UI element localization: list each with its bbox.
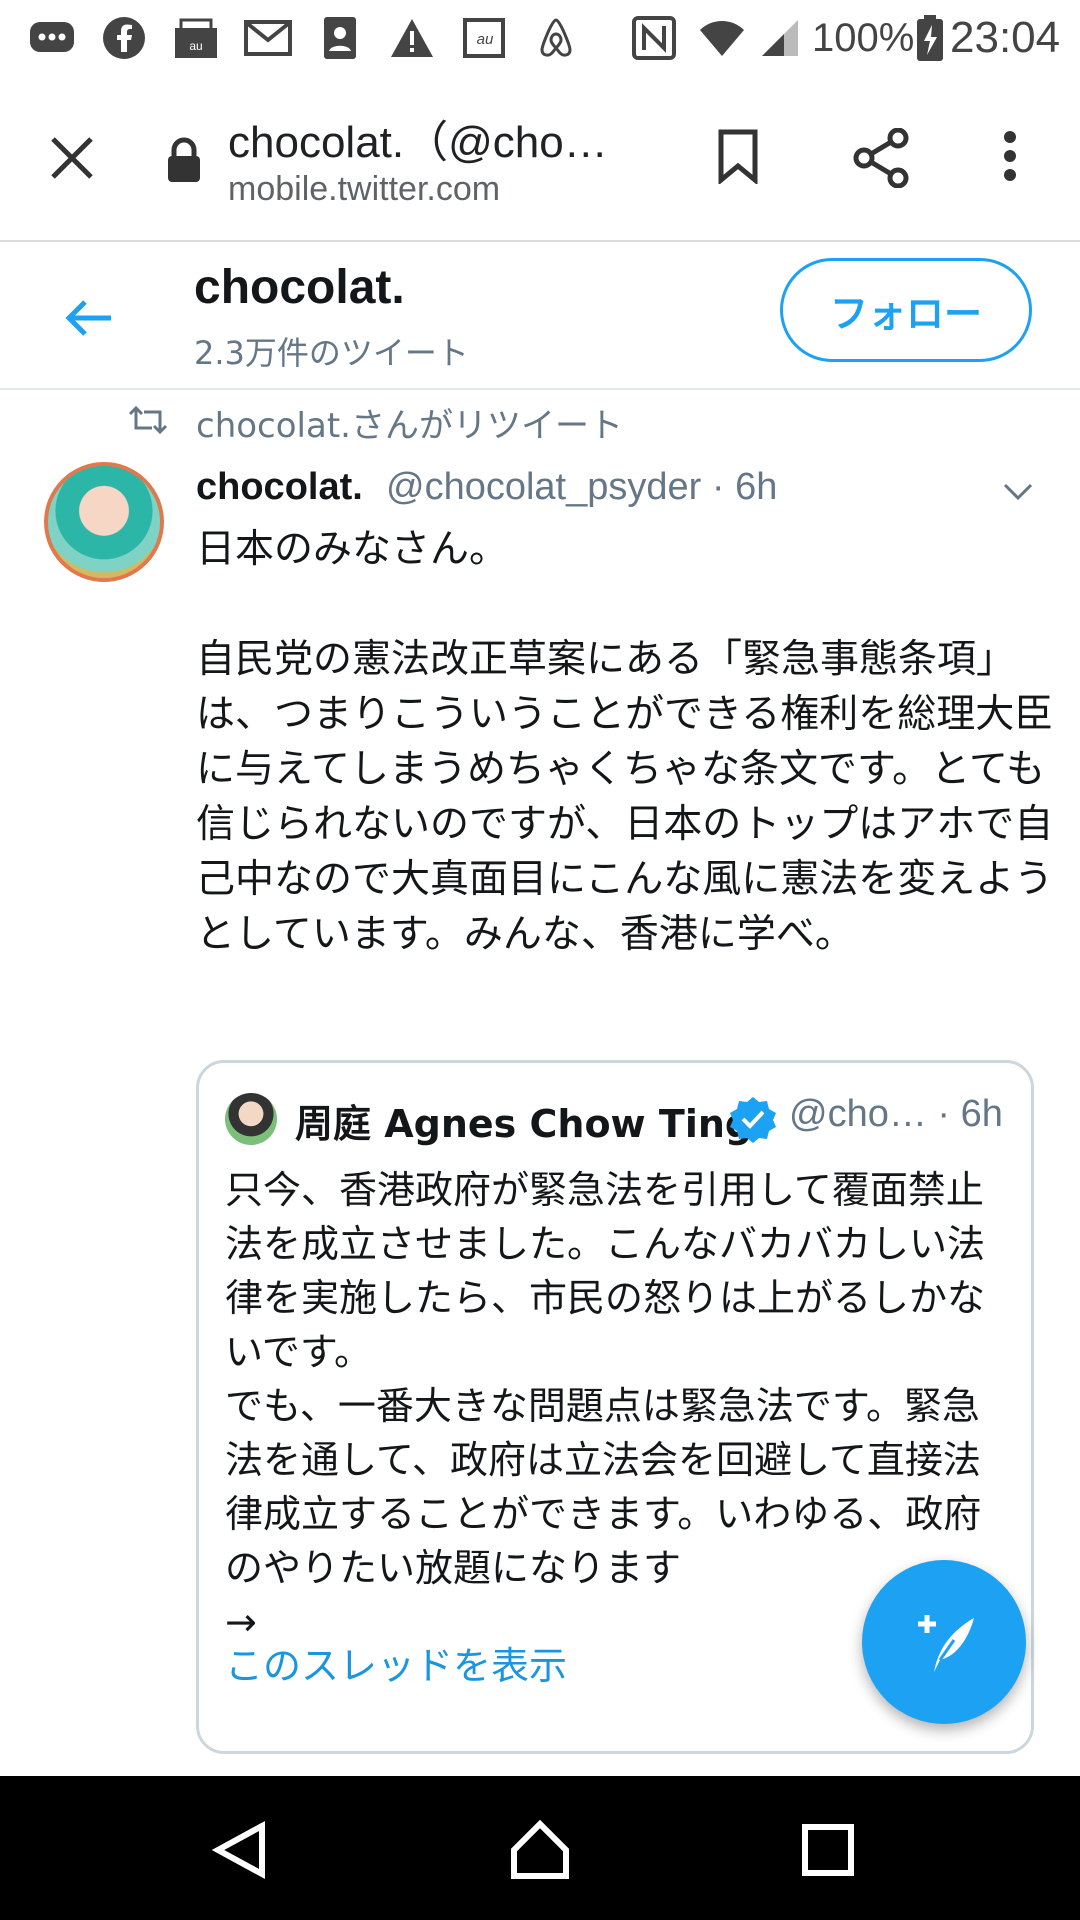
svg-text:au: au <box>477 31 494 48</box>
facebook-icon <box>100 14 148 62</box>
more-menu-icon[interactable] <box>990 124 1030 188</box>
profile-header: chocolat. 2.3万件のツイート フォロー <box>0 242 1080 390</box>
quoted-author-avatar <box>225 1093 277 1145</box>
show-thread-link[interactable]: このスレッドを表示 <box>225 1635 567 1690</box>
chevron-down-icon[interactable] <box>996 470 1040 514</box>
mail-icon: au <box>172 14 220 62</box>
status-bar: au au 100% 23:04 <box>0 0 1080 76</box>
svg-text:au: au <box>189 39 202 53</box>
retweet-label: chocolat.さんがリツイート <box>196 406 623 446</box>
messages-icon <box>28 14 76 62</box>
back-nav-icon[interactable] <box>200 1810 280 1890</box>
quoted-author-name: 周庭 Agnes Chow Ting <box>295 1102 753 1146</box>
battery-charging-icon <box>906 14 954 62</box>
compose-tweet-button[interactable] <box>862 1560 1026 1724</box>
system-nav-bar <box>0 1776 1080 1920</box>
back-arrow-icon[interactable] <box>56 286 120 350</box>
recents-nav-icon[interactable] <box>788 1810 868 1890</box>
wifi-icon <box>698 14 746 62</box>
airbnb-icon <box>532 14 580 62</box>
avatar[interactable] <box>44 462 164 582</box>
tweet-author-name[interactable]: chocolat. <box>196 466 363 509</box>
gmail-icon <box>244 14 292 62</box>
signal-icon <box>756 14 804 62</box>
tweet-count: 2.3万件のツイート <box>194 334 469 372</box>
contacts-icon <box>316 14 364 62</box>
bookmark-icon[interactable] <box>706 124 770 188</box>
page-title[interactable]: chocolat.（@cho… <box>228 106 608 170</box>
follow-button[interactable]: フォロー <box>780 258 1032 362</box>
nfc-icon <box>630 14 678 62</box>
au-icon: au <box>460 14 508 62</box>
browser-toolbar: chocolat.（@cho… mobile.twitter.com <box>0 76 1080 242</box>
tweet-text: 日本のみなさん。 自民党の憲法改正草案にある「緊急事態条項」は、つまりこういうこ… <box>196 527 1054 957</box>
battery-percent: 100% <box>812 16 915 60</box>
clock: 23:04 <box>950 13 1061 62</box>
lock-icon <box>160 132 208 188</box>
tweet-author-handle[interactable]: @chocolat_psyder · 6h <box>386 466 777 509</box>
quoted-author-handle: @cho… · 6h <box>789 1093 1003 1135</box>
home-nav-icon[interactable] <box>500 1810 580 1890</box>
compose-feather-icon <box>918 1615 974 1672</box>
retweet-icon <box>126 402 170 438</box>
profile-name: chocolat. <box>194 261 405 314</box>
warning-icon <box>388 14 436 62</box>
verified-badge-icon <box>729 1095 777 1143</box>
close-icon[interactable] <box>40 126 104 190</box>
share-icon[interactable] <box>846 122 918 194</box>
page-url[interactable]: mobile.twitter.com <box>228 170 500 209</box>
